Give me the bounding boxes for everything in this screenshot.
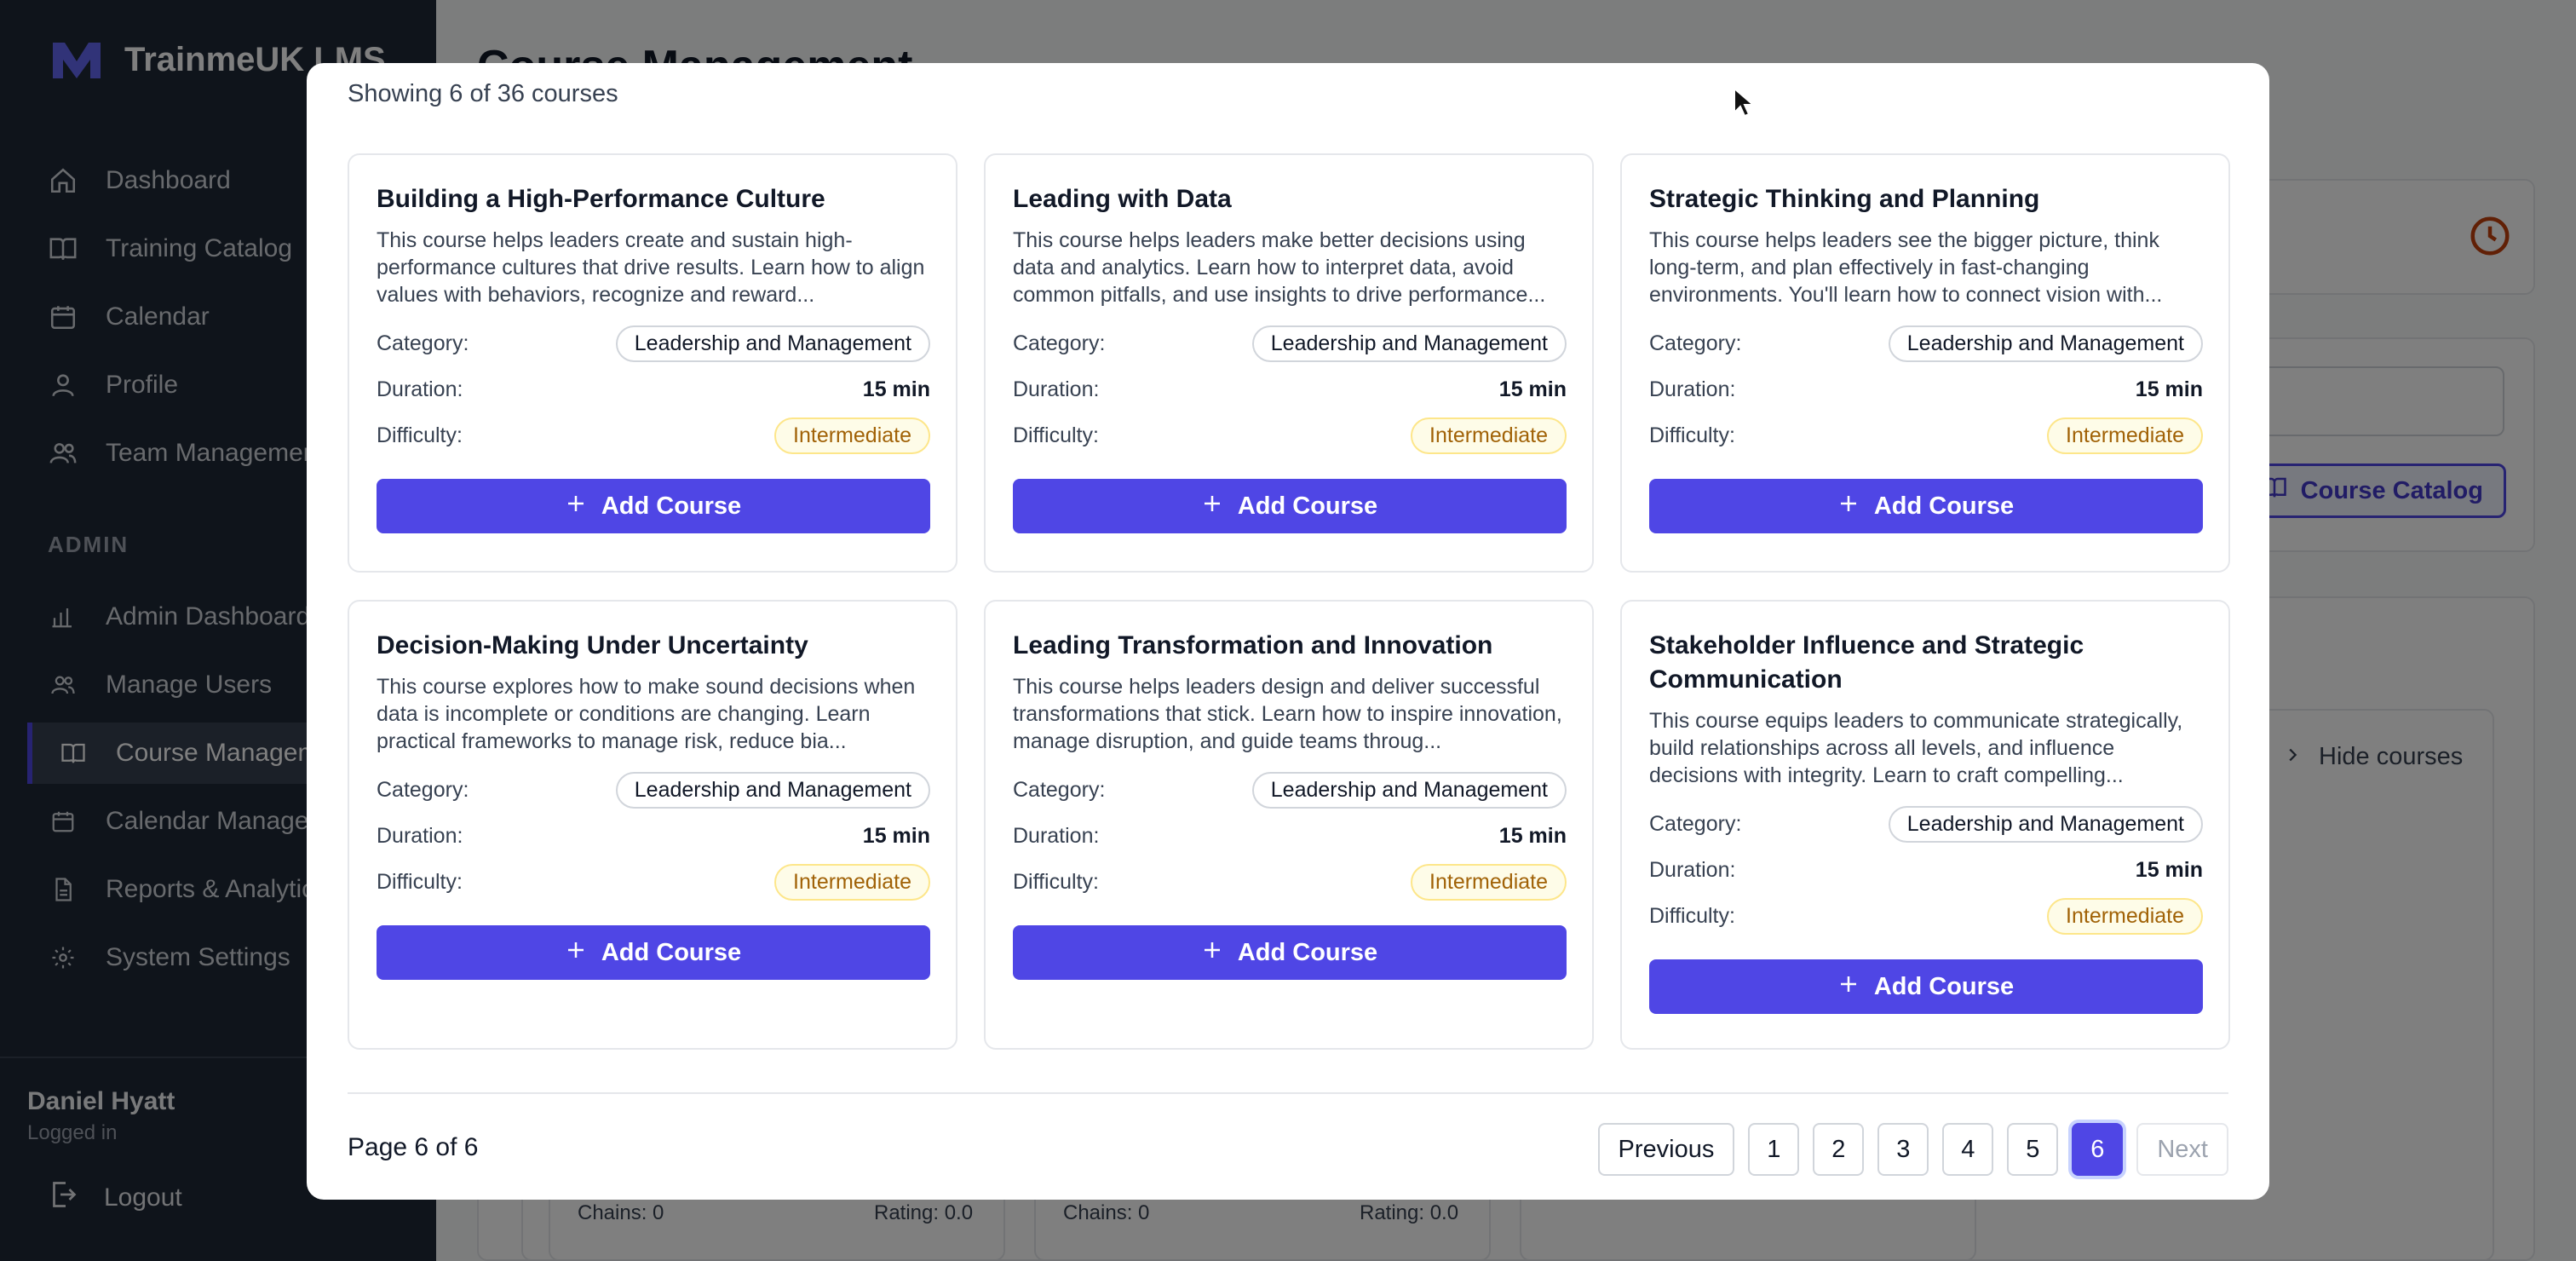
category-badge: Leadership and Management xyxy=(1888,325,2203,362)
mouse-cursor-icon xyxy=(1734,87,1755,118)
duration-label: Duration: xyxy=(1013,823,1100,848)
difficulty-badge: Intermediate xyxy=(2047,417,2203,454)
plus-icon xyxy=(1202,492,1222,521)
difficulty-label: Difficulty: xyxy=(377,423,463,447)
course-title: Strategic Thinking and Planning xyxy=(1649,185,2040,213)
duration-label: Duration: xyxy=(377,377,463,401)
course-title: Leading Transformation and Innovation xyxy=(1013,631,1493,659)
category-label: Category: xyxy=(377,777,469,802)
page-button-4[interactable]: 4 xyxy=(1942,1123,1994,1176)
course-description: This course helps leaders create and sus… xyxy=(377,228,925,307)
category-label: Category: xyxy=(377,331,469,355)
category-label: Category: xyxy=(1013,331,1106,355)
modal-divider xyxy=(348,1092,2228,1094)
category-badge: Leadership and Management xyxy=(615,771,930,809)
add-course-button[interactable]: Add Course xyxy=(1649,959,2203,1014)
course-title: Decision-Making Under Uncertainty xyxy=(377,631,808,659)
add-course-button[interactable]: Add Course xyxy=(1649,479,2203,533)
duration-value: 15 min xyxy=(1498,377,1567,401)
difficulty-badge: Intermediate xyxy=(1411,417,1567,454)
course-description: This course helps leaders make better de… xyxy=(1013,228,1546,307)
category-badge: Leadership and Management xyxy=(1888,805,2203,843)
course-card: Leading with Data This course helps lead… xyxy=(984,153,1594,573)
add-course-button[interactable]: Add Course xyxy=(377,925,930,980)
course-description: This course equips leaders to communicat… xyxy=(1649,709,2183,787)
results-count: Showing 6 of 36 courses xyxy=(348,80,618,107)
page-button-2[interactable]: 2 xyxy=(1813,1123,1865,1176)
page-button-5[interactable]: 5 xyxy=(2007,1123,2059,1176)
course-description: This course helps leaders see the bigger… xyxy=(1649,228,2163,307)
category-badge: Leadership and Management xyxy=(615,325,930,362)
add-course-label: Add Course xyxy=(1237,492,1378,520)
category-badge: Leadership and Management xyxy=(1251,771,1567,809)
difficulty-badge: Intermediate xyxy=(774,863,930,901)
add-course-button[interactable]: Add Course xyxy=(1013,925,1567,980)
plus-icon xyxy=(1202,939,1222,967)
duration-value: 15 min xyxy=(1498,823,1567,848)
category-label: Category: xyxy=(1013,777,1106,802)
difficulty-label: Difficulty: xyxy=(1649,423,1735,447)
difficulty-label: Difficulty: xyxy=(1649,903,1735,928)
course-title: Building a High-Performance Culture xyxy=(377,185,825,213)
difficulty-badge: Intermediate xyxy=(2047,897,2203,935)
course-card: Leading Transformation and Innovation Th… xyxy=(984,600,1594,1050)
duration-label: Duration: xyxy=(1649,377,1736,401)
course-catalog-modal: Showing 6 of 36 courses Building a High-… xyxy=(307,63,2269,1200)
plus-icon xyxy=(566,939,586,967)
course-card: Stakeholder Influence and Strategic Comm… xyxy=(1620,600,2230,1050)
difficulty-badge: Intermediate xyxy=(774,417,930,454)
course-card: Building a High-Performance Culture This… xyxy=(348,153,957,573)
duration-label: Duration: xyxy=(377,823,463,848)
plus-icon xyxy=(1838,492,1859,521)
duration-value: 15 min xyxy=(862,377,930,401)
next-page-button[interactable]: Next xyxy=(2136,1123,2228,1176)
add-course-label: Add Course xyxy=(601,938,742,966)
course-description: This course explores how to make sound d… xyxy=(377,675,916,753)
pagination: Previous 1 2 3 4 5 6 Next xyxy=(1597,1123,2228,1176)
difficulty-label: Difficulty: xyxy=(1013,423,1099,447)
category-label: Category: xyxy=(1649,811,1742,836)
difficulty-label: Difficulty: xyxy=(377,869,463,894)
course-title: Stakeholder Influence and Strategic Comm… xyxy=(1649,631,2084,694)
page-button-6[interactable]: 6 xyxy=(2072,1123,2124,1176)
page-button-3[interactable]: 3 xyxy=(1877,1123,1929,1176)
duration-value: 15 min xyxy=(2135,857,2203,882)
add-course-label: Add Course xyxy=(1873,492,2015,520)
page-button-1[interactable]: 1 xyxy=(1748,1123,1800,1176)
add-course-button[interactable]: Add Course xyxy=(1013,479,1567,533)
course-card: Decision-Making Under Uncertainty This c… xyxy=(348,600,957,1050)
page-indicator: Page 6 of 6 xyxy=(348,1133,479,1161)
category-badge: Leadership and Management xyxy=(1251,325,1567,362)
duration-label: Duration: xyxy=(1649,857,1736,882)
difficulty-badge: Intermediate xyxy=(1411,863,1567,901)
plus-icon xyxy=(566,492,586,521)
course-description: This course helps leaders design and del… xyxy=(1013,675,1562,753)
add-course-button[interactable]: Add Course xyxy=(377,479,930,533)
duration-label: Duration: xyxy=(1013,377,1100,401)
difficulty-label: Difficulty: xyxy=(1013,869,1099,894)
duration-value: 15 min xyxy=(2135,377,2203,401)
category-label: Category: xyxy=(1649,331,1742,355)
add-course-label: Add Course xyxy=(601,492,742,520)
plus-icon xyxy=(1838,973,1859,1001)
add-course-label: Add Course xyxy=(1237,938,1378,966)
previous-page-button[interactable]: Previous xyxy=(1597,1123,1735,1176)
course-title: Leading with Data xyxy=(1013,185,1232,213)
add-course-label: Add Course xyxy=(1873,972,2015,1000)
course-card: Strategic Thinking and Planning This cou… xyxy=(1620,153,2230,573)
duration-value: 15 min xyxy=(862,823,930,848)
